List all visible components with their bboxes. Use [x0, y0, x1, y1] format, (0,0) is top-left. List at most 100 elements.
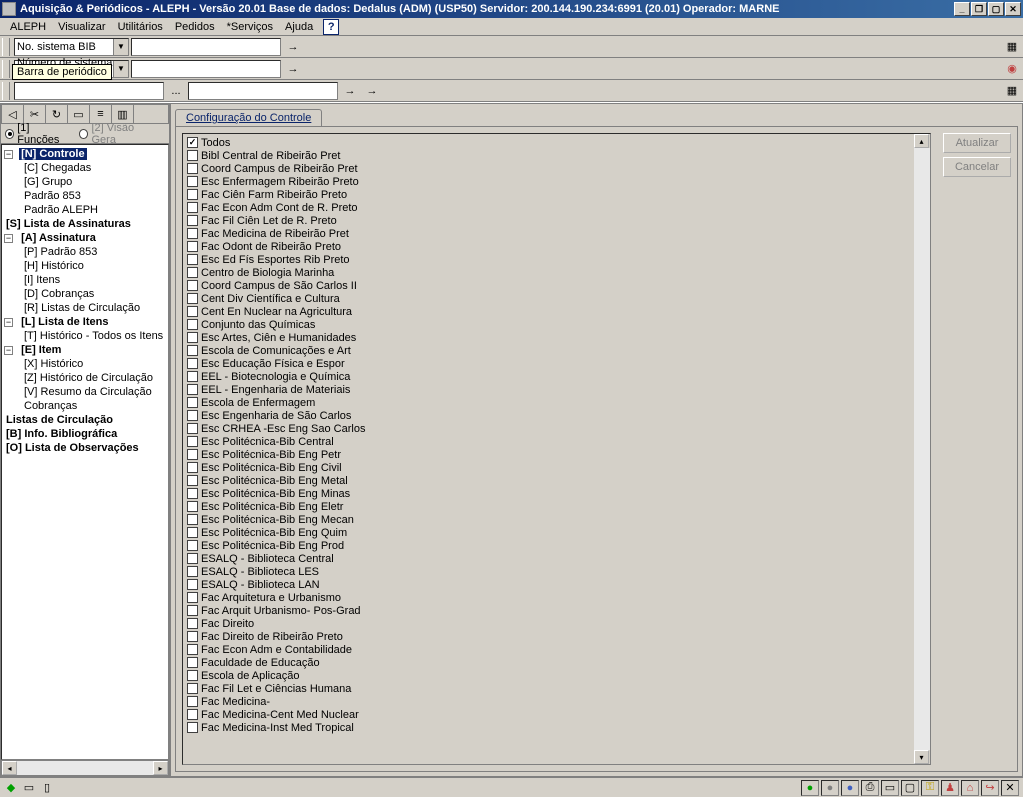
- check-item[interactable]: Esc Artes, Ciên e Humanidades: [185, 331, 912, 344]
- refresh-icon[interactable]: ↻: [46, 105, 68, 123]
- checkbox-icon[interactable]: [187, 527, 198, 538]
- checkbox-icon[interactable]: [187, 631, 198, 642]
- menu-servicos[interactable]: *Serviços: [221, 21, 279, 33]
- check-item[interactable]: Esc Engenharia de São Carlos: [185, 409, 912, 422]
- help-icon[interactable]: ?: [323, 19, 339, 35]
- checkbox-icon[interactable]: [187, 410, 198, 421]
- tree-h-historico[interactable]: [H] Histórico: [22, 260, 86, 272]
- tree-z-hist-circ[interactable]: [Z] Histórico de Circulação: [22, 372, 155, 384]
- checkbox-icon[interactable]: [187, 176, 198, 187]
- checkbox-icon[interactable]: [187, 436, 198, 447]
- collapse-icon[interactable]: −: [4, 150, 13, 159]
- check-item[interactable]: Fac Medicina de Ribeirão Pret: [185, 227, 912, 240]
- tree-assinatura[interactable]: [A] Assinatura: [19, 232, 98, 244]
- checkbox-icon[interactable]: [187, 592, 198, 603]
- check-item[interactable]: EEL - Biotecnologia e Química: [185, 370, 912, 383]
- list-icon[interactable]: ≡: [90, 105, 112, 123]
- checkbox-icon[interactable]: [187, 358, 198, 369]
- h-scrollbar[interactable]: ◂ ▸: [1, 760, 169, 776]
- check-item[interactable]: Esc Politécnica-Bib Eng Eletr: [185, 500, 912, 513]
- checkbox-icon[interactable]: [187, 709, 198, 720]
- chevron-down-icon[interactable]: ▼: [113, 39, 128, 55]
- check-item[interactable]: Esc Politécnica-Bib Eng Civil: [185, 461, 912, 474]
- checkbox-icon[interactable]: [187, 670, 198, 681]
- checkbox-icon[interactable]: [187, 618, 198, 629]
- tab-funcoes[interactable]: [1] Funções: [5, 122, 69, 146]
- check-item[interactable]: Fac Econ Adm Cont de R. Preto: [185, 201, 912, 214]
- checkbox-icon[interactable]: [187, 163, 198, 174]
- tree-controle[interactable]: [N] Controle: [19, 148, 87, 160]
- menu-visualizar[interactable]: Visualizar: [52, 21, 112, 33]
- tree-t-historico-itens[interactable]: [T] Histórico - Todos os Itens: [22, 330, 165, 342]
- tree-listas-circulacao[interactable]: Listas de Circulação: [4, 414, 115, 426]
- check-item[interactable]: Fac Direito: [185, 617, 912, 630]
- check-item[interactable]: EEL - Engenharia de Materiais: [185, 383, 912, 396]
- checkbox-icon[interactable]: [187, 566, 198, 577]
- cancelar-button[interactable]: Cancelar: [943, 157, 1011, 177]
- checkbox-icon[interactable]: [187, 332, 198, 343]
- status-folder-icon[interactable]: ▭: [881, 780, 899, 796]
- check-item[interactable]: Esc Politécnica-Bib Eng Prod: [185, 539, 912, 552]
- checkbox-icon[interactable]: [187, 345, 198, 356]
- check-item[interactable]: Fac Arquit Urbanismo- Pos-Grad: [185, 604, 912, 617]
- tree-info-bibliografica[interactable]: [B] Info. Bibliográfica: [4, 428, 119, 440]
- tree-lista-itens[interactable]: [L] Lista de Itens: [19, 316, 110, 328]
- check-item[interactable]: Fac Ciên Farm Ribeirão Preto: [185, 188, 912, 201]
- check-item[interactable]: Fac Medicina-: [185, 695, 912, 708]
- checkbox-icon[interactable]: [187, 254, 198, 265]
- status-home-icon[interactable]: ⌂: [961, 780, 979, 796]
- cut-icon[interactable]: ✂: [24, 105, 46, 123]
- checkbox-icon[interactable]: [187, 137, 198, 148]
- check-item[interactable]: Esc Politécnica-Bib Eng Metal: [185, 474, 912, 487]
- check-item[interactable]: Coord Campus de São Carlos II: [185, 279, 912, 292]
- collapse-icon[interactable]: −: [4, 234, 13, 243]
- nav-tree[interactable]: − [N] Controle [C] Chegadas [G] Grupo Pa…: [1, 144, 169, 760]
- checkbox-icon[interactable]: [187, 293, 198, 304]
- cards-icon[interactable]: ▥: [112, 105, 134, 123]
- tree-lista-observacoes[interactable]: [O] Lista de Observações: [4, 442, 141, 454]
- tree-r-listas-circ[interactable]: [R] Listas de Circulação: [22, 302, 142, 314]
- check-item[interactable]: Coord Campus de Ribeirão Pret: [185, 162, 912, 175]
- checkbox-icon[interactable]: [187, 722, 198, 733]
- status-window-icon[interactable]: ▭: [22, 781, 36, 795]
- checkbox-icon[interactable]: [187, 228, 198, 239]
- checkbox-icon[interactable]: [187, 280, 198, 291]
- right-panel-icon[interactable]: ▦: [1003, 38, 1021, 56]
- status-blue-icon[interactable]: ●: [841, 780, 859, 796]
- status-gray-icon[interactable]: ●: [821, 780, 839, 796]
- check-item[interactable]: Esc Enfermagem Ribeirão Preto: [185, 175, 912, 188]
- check-item[interactable]: ESALQ - Biblioteca Central: [185, 552, 912, 565]
- grid-icon[interactable]: ▦: [1003, 82, 1021, 100]
- chevron-down-icon[interactable]: ▼: [113, 61, 128, 77]
- tree-padrao-853[interactable]: Padrão 853: [22, 190, 83, 202]
- check-item[interactable]: Esc CRHEA -Esc Eng Sao Carlos: [185, 422, 912, 435]
- checkbox-icon[interactable]: [187, 202, 198, 213]
- check-item[interactable]: Fac Arquitetura e Urbanismo: [185, 591, 912, 604]
- maximize-button[interactable]: ▢: [988, 2, 1004, 16]
- v-scrollbar[interactable]: ▴ ▾: [914, 134, 930, 764]
- checkbox-icon[interactable]: [187, 241, 198, 252]
- checkbox-icon[interactable]: [187, 579, 198, 590]
- check-item[interactable]: Bibl Central de Ribeirão Pret: [185, 149, 912, 162]
- scroll-track[interactable]: [17, 761, 153, 775]
- checkbox-icon[interactable]: [187, 319, 198, 330]
- checkbox-icon[interactable]: [187, 267, 198, 278]
- checkbox-icon[interactable]: [187, 501, 198, 512]
- check-todos[interactable]: Todos: [185, 136, 912, 149]
- check-item[interactable]: Cent Div Científica e Cultura: [185, 292, 912, 305]
- tree-padrao-aleph[interactable]: Padrão ALEPH: [22, 204, 100, 216]
- go-button-3b[interactable]: →: [362, 82, 382, 100]
- input-periodico[interactable]: [14, 82, 164, 100]
- checkbox-icon[interactable]: [187, 215, 198, 226]
- tree-v-resumo-circ[interactable]: [V] Resumo da Circulação: [22, 386, 154, 398]
- menu-ajuda[interactable]: Ajuda: [279, 21, 319, 33]
- checkbox-icon[interactable]: [187, 683, 198, 694]
- checkbox-icon[interactable]: [187, 423, 198, 434]
- tree-chegadas[interactable]: [C] Chegadas: [22, 162, 93, 174]
- check-item[interactable]: Fac Fil Ciên Let de R. Preto: [185, 214, 912, 227]
- checkbox-icon[interactable]: [187, 540, 198, 551]
- tab-config-controle[interactable]: Configuração do Controle: [175, 109, 322, 126]
- checkbox-icon[interactable]: [187, 488, 198, 499]
- check-item[interactable]: Esc Ed Fís Esportes Rib Preto: [185, 253, 912, 266]
- tree-x-historico[interactable]: [X] Histórico: [22, 358, 85, 370]
